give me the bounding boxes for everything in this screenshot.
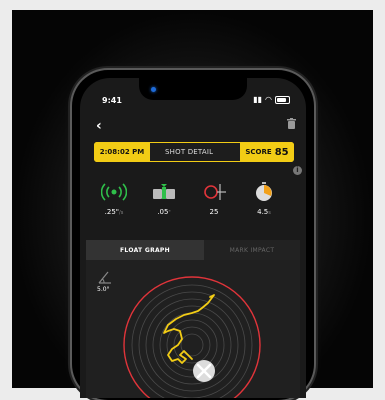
cellular-icon: ▮▮ [253,95,263,104]
metric-value: .05 [157,208,169,216]
back-arrow-icon[interactable]: ‹ [96,118,102,134]
stopwatch-icon [256,182,272,201]
metric-unit: /s [119,210,124,216]
angle-icon [98,271,111,284]
battery-icon [275,95,290,104]
metric-value: .25" [104,208,120,216]
score-value: 85 [274,146,289,158]
status-icons: ▮▮ ◠ [253,95,290,104]
signal-rings-icon [101,183,127,201]
metrics-row: .25"/s .05" 25 4.5s [94,180,294,220]
graph-tabs: FLOAT GRAPH MARK IMPACT [86,240,300,260]
shot-header: 2:08:02 PM SHOT DETAIL SCORE 85 [94,142,294,162]
wifi-icon: ◠ [265,95,272,104]
metric-timer[interactable]: 4.5s [244,180,284,216]
angle-value: 5.0° [97,286,110,293]
trash-icon[interactable] [287,118,296,129]
metric-trigger[interactable]: .05" [144,180,184,216]
crosshair-icon [204,184,226,200]
score-label: SCORE [245,148,272,156]
trigger-icon [153,184,175,199]
metric-cant[interactable]: 25 [194,180,234,216]
float-trace [163,294,215,364]
score-badge: SCORE 85 [240,142,294,162]
status-time: 9:41 [102,96,122,105]
tab-float-graph[interactable]: FLOAT GRAPH [86,240,204,260]
info-icon[interactable]: i [293,166,302,175]
metric-value: 25 [209,208,219,216]
page-title: SHOT DETAIL [165,148,214,156]
metric-unit: s [268,210,271,216]
metric-value: 4.5 [257,208,269,216]
tab-mark-impact[interactable]: MARK IMPACT [204,240,300,260]
phone-screen: 9:41 ▮▮ ◠ ‹ 2:08:02 PM SHOT DETAIL SCORE… [80,78,306,398]
camera-dot [151,87,156,92]
float-graph-panel: 5.0° [86,260,300,398]
metric-stability[interactable]: .25"/s [94,180,134,216]
metric-unit: " [168,210,171,216]
float-graph[interactable] [122,275,262,398]
shot-time: 2:08:02 PM [94,142,150,162]
